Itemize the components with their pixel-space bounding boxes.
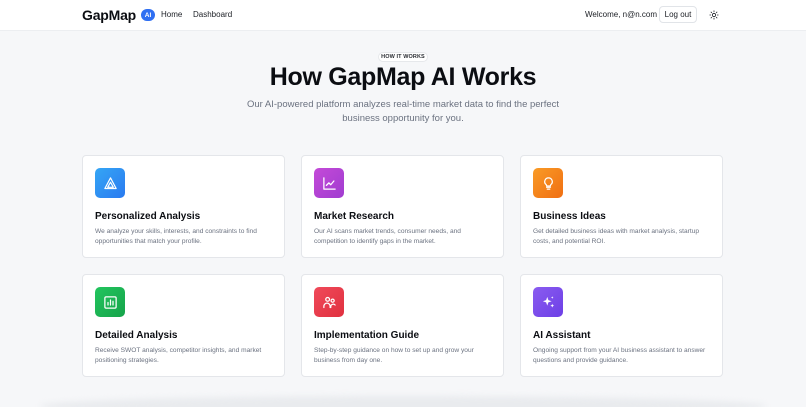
feature-icon-box xyxy=(314,287,344,317)
page-title: How GapMap AI Works xyxy=(269,63,537,91)
sparkles-icon xyxy=(542,295,554,307)
feature-card-implementation-guide: Implementation Guide Step-by-step guidan… xyxy=(301,274,504,377)
card-title: AI Assistant xyxy=(533,330,591,341)
card-title: Implementation Guide xyxy=(314,330,420,341)
users-icon xyxy=(322,296,336,308)
card-title: Personalized Analysis xyxy=(95,211,201,222)
nav-home-link[interactable]: Home xyxy=(161,10,182,19)
feature-card-personalized-analysis: Personalized Analysis We analyze your sk… xyxy=(82,155,285,258)
feature-icon-box xyxy=(95,168,125,198)
card-description: Our AI scans market trends, consumer nee… xyxy=(314,228,461,245)
feature-icon-box xyxy=(314,168,344,198)
brand-name: GapMap xyxy=(82,7,137,23)
lightbulb-icon xyxy=(543,176,553,190)
logout-button[interactable]: Log out xyxy=(659,6,697,23)
card-title: Business Ideas xyxy=(533,211,606,222)
section-pill: HOW IT WORKS xyxy=(378,52,428,62)
card-description: Receive SWOT analysis, competitor insigh… xyxy=(95,347,262,364)
card-description: Step-by-step guidance on how to set up a… xyxy=(314,347,474,364)
feature-icon-box xyxy=(95,287,125,317)
ai-badge: AI xyxy=(141,9,156,21)
card-title: Detailed Analysis xyxy=(95,330,178,341)
feature-card-market-research: Market Research Our AI scans market tren… xyxy=(301,155,504,258)
card-description: Get detailed business ideas with market … xyxy=(533,228,700,245)
triangle-icon xyxy=(103,176,117,189)
top-navbar: GapMap AI Home Dashboard Welcome, n@n.co… xyxy=(0,0,806,31)
page-subtitle: Our AI-powered platform analyzes real-ti… xyxy=(246,99,560,124)
feature-icon-box xyxy=(533,287,563,317)
sun-icon xyxy=(709,10,719,20)
feature-icon-box xyxy=(533,168,563,198)
welcome-text: Welcome, n@n.com xyxy=(585,10,657,19)
bottom-section-edge xyxy=(40,396,766,407)
card-description: Ongoing support from your AI business as… xyxy=(533,347,706,364)
nav-dashboard-link[interactable]: Dashboard xyxy=(193,10,232,19)
line-chart-icon xyxy=(322,176,336,190)
feature-card-detailed-analysis: Detailed Analysis Receive SWOT analysis,… xyxy=(82,274,285,377)
feature-card-business-ideas: Business Ideas Get detailed business ide… xyxy=(520,155,723,258)
feature-card-ai-assistant: AI Assistant Ongoing support from your A… xyxy=(520,274,723,377)
bar-chart-icon xyxy=(103,295,117,309)
theme-toggle-button[interactable] xyxy=(708,9,720,21)
card-description: We analyze your skills, interests, and c… xyxy=(95,228,257,245)
card-title: Market Research xyxy=(314,211,395,222)
brand-logo[interactable]: GapMap AI xyxy=(82,7,156,23)
